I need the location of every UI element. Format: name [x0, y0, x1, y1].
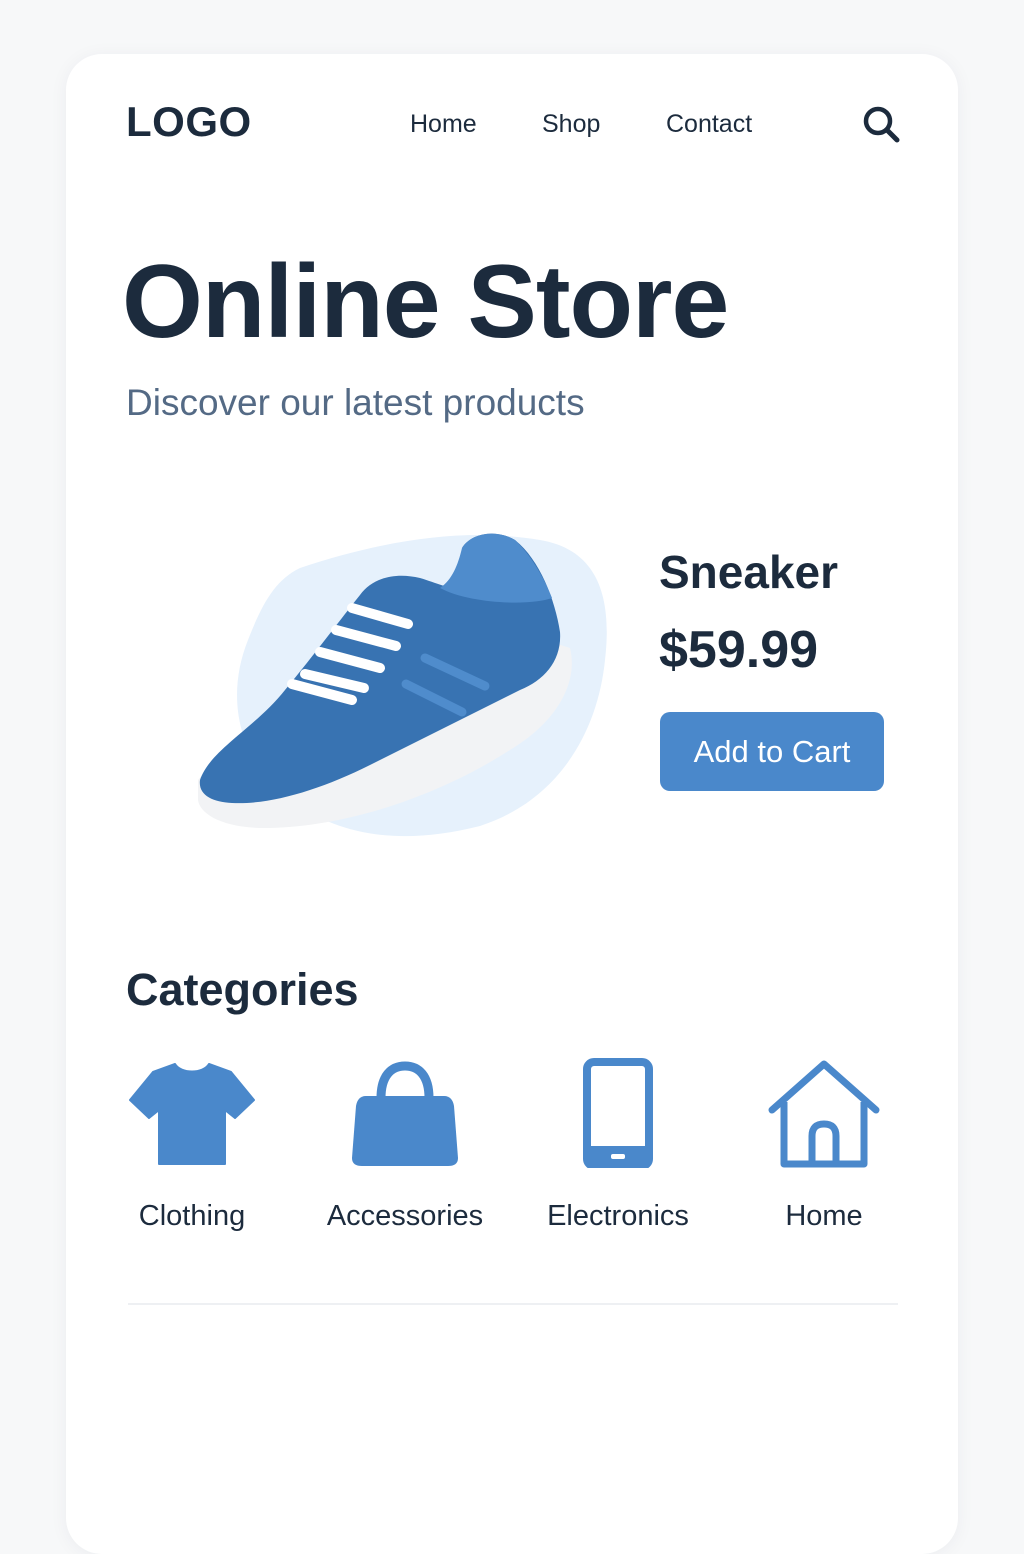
page-title: Online Store: [122, 244, 729, 360]
product-image[interactable]: [190, 520, 620, 850]
product-price: $59.99: [659, 621, 819, 679]
tshirt-icon: [129, 1063, 255, 1165]
sneaker-image: [198, 533, 607, 837]
nav-link-home[interactable]: Home: [410, 110, 477, 139]
category-label: Accessories: [326, 1200, 484, 1232]
category-label: Electronics: [547, 1200, 689, 1232]
search-button[interactable]: [858, 100, 906, 148]
nav-link-shop[interactable]: Shop: [542, 110, 600, 139]
search-icon: [863, 106, 900, 143]
category-electronics[interactable]: Electronics: [523, 1058, 713, 1248]
page-subtitle: Discover our latest products: [126, 382, 585, 423]
logo[interactable]: LOGO: [126, 98, 252, 146]
category-clothing[interactable]: Clothing: [97, 1058, 287, 1248]
smartphone-icon: [583, 1058, 653, 1168]
category-accessories[interactable]: Accessories: [310, 1058, 500, 1248]
handbag-icon: [352, 1061, 458, 1166]
category-label: Clothing: [138, 1200, 246, 1232]
house-icon: [768, 1060, 880, 1168]
categories-heading: Categories: [126, 964, 359, 1015]
add-to-cart-button[interactable]: Add to Cart: [660, 712, 884, 791]
product-name: Sneaker: [659, 546, 839, 598]
divider: [128, 1303, 898, 1305]
category-label: Home: [785, 1200, 863, 1232]
category-home[interactable]: Home: [729, 1058, 919, 1248]
nav-link-contact[interactable]: Contact: [666, 110, 752, 139]
